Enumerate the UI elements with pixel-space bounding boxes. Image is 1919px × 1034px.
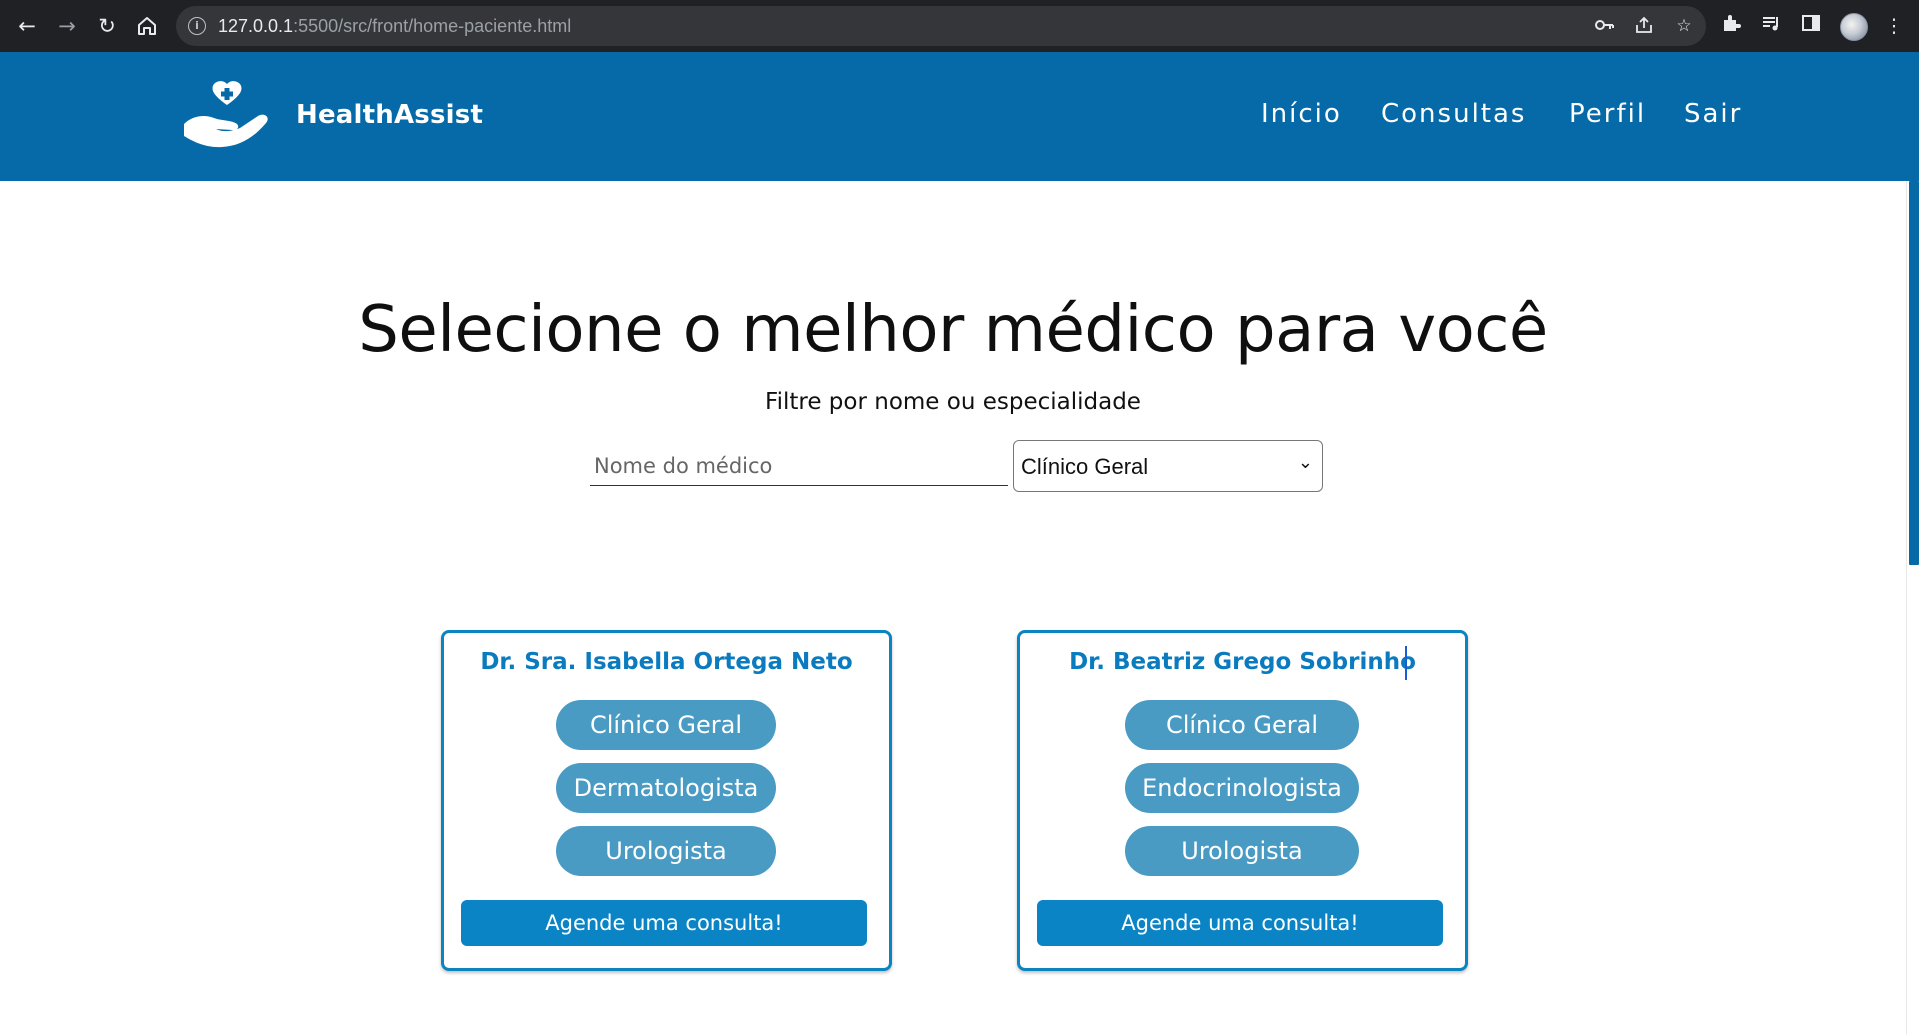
specialty-chip: Endocrinologista	[1125, 763, 1359, 813]
share-icon[interactable]	[1632, 14, 1656, 38]
page-title: Selecione o melhor médico para você	[358, 293, 1548, 367]
extensions-icon[interactable]	[1717, 12, 1745, 40]
doctor-name-search-input[interactable]	[590, 446, 1008, 486]
home-icon[interactable]	[132, 11, 162, 41]
nav-perfil[interactable]: Perfil	[1569, 99, 1646, 129]
specialty-select[interactable]: Clínico Geral ⌄	[1013, 440, 1323, 492]
schedule-appointment-button[interactable]: Agende uma consulta!	[1037, 900, 1443, 946]
specialty-chip: Clínico Geral	[1125, 700, 1359, 750]
url-text[interactable]: 127.0.0.1:5500/src/front/home-paciente.h…	[218, 16, 571, 37]
text-cursor	[1405, 646, 1407, 680]
page-scrollbar[interactable]	[1906, 181, 1919, 1034]
nav-inicio[interactable]: Início	[1261, 99, 1342, 129]
profile-avatar[interactable]	[1840, 13, 1868, 41]
specialty-selected-value: Clínico Geral	[1021, 454, 1149, 479]
specialty-chip: Clínico Geral	[556, 700, 776, 750]
key-icon[interactable]	[1592, 14, 1616, 38]
nav-consultas[interactable]: Consultas	[1381, 99, 1526, 129]
url-path: :5500/src/front/home-paciente.html	[293, 16, 572, 36]
forward-arrow-icon[interactable]: →	[52, 11, 82, 41]
site-header: HealthAssist Início Consultas Perfil Sai…	[0, 52, 1919, 181]
back-arrow-icon[interactable]: ←	[12, 11, 42, 41]
url-host: 127.0.0.1	[218, 16, 294, 36]
doctor-name: Dr. Beatriz Grego Sobrinho	[1069, 649, 1416, 675]
site-info-icon[interactable]: i	[188, 17, 206, 35]
chevron-down-icon: ⌄	[1297, 452, 1313, 472]
specialty-chip: Urologista	[1125, 826, 1359, 876]
specialty-chip: Urologista	[556, 826, 776, 876]
schedule-appointment-button[interactable]: Agende uma consulta!	[461, 900, 867, 946]
side-panel-icon[interactable]	[1797, 12, 1825, 40]
more-icon[interactable]: ⋮	[1880, 12, 1908, 40]
healthassist-logo-icon	[184, 81, 268, 148]
doctor-card: Dr. Beatriz Grego Sobrinho Clínico Geral…	[1017, 630, 1468, 971]
scrollbar-thumb[interactable]	[1909, 181, 1919, 565]
star-icon[interactable]: ☆	[1672, 14, 1696, 38]
page-subtitle: Filtre por nome ou especialidade	[765, 389, 1141, 415]
media-queue-icon[interactable]	[1757, 12, 1785, 40]
nav-sair[interactable]: Sair	[1684, 99, 1742, 129]
brand-name: HealthAssist	[296, 100, 484, 130]
doctor-name: Dr. Sra. Isabella Ortega Neto	[480, 649, 853, 675]
browser-toolbar: ← → ↻ i 127.0.0.1:5500/src/front/home-pa…	[0, 0, 1919, 52]
address-bar[interactable]: i 127.0.0.1:5500/src/front/home-paciente…	[176, 6, 1706, 46]
specialty-chip: Dermatologista	[556, 763, 776, 813]
doctor-card: Dr. Sra. Isabella Ortega Neto Clínico Ge…	[441, 630, 892, 971]
reload-icon[interactable]: ↻	[92, 11, 122, 41]
